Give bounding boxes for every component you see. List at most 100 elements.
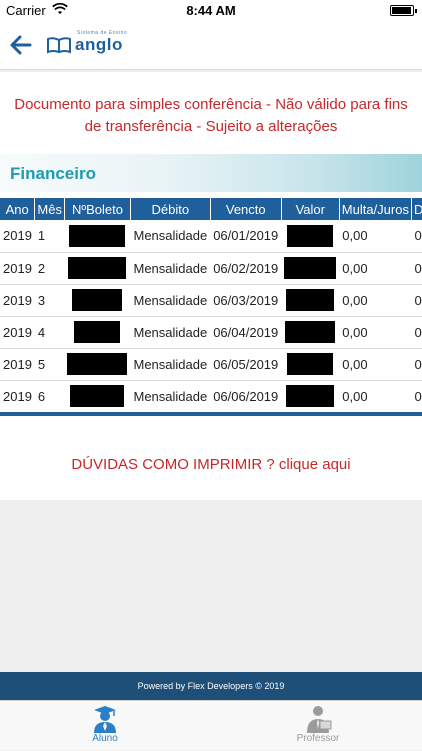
- cell-vencto: 06/03/2019: [210, 284, 282, 317]
- cell-d: 0: [411, 284, 422, 317]
- table-bottom-border: [0, 412, 422, 416]
- redaction-box: [72, 289, 123, 311]
- finance-table-container[interactable]: Ano Mês NºBoleto Débito Vencto Valor Mul…: [0, 198, 422, 414]
- cell-debito: Mensalidade: [130, 284, 211, 317]
- cell-boleto-redacted: [64, 284, 131, 317]
- tab-aluno-label: Aluno: [92, 733, 118, 744]
- section-header: Financeiro: [0, 154, 422, 192]
- cell-boleto-redacted: [64, 348, 131, 381]
- column-header-mes: Mês: [34, 198, 65, 220]
- status-bar: Carrier 8:44 AM: [0, 0, 422, 22]
- cell-valor-redacted: [281, 316, 340, 349]
- table-row[interactable]: 2019 3 Mensalidade 06/03/2019 0,00 0: [0, 284, 422, 317]
- redaction-box: [287, 353, 334, 375]
- cell-ano: 2019: [0, 348, 35, 381]
- cell-vencto: 06/05/2019: [210, 348, 282, 381]
- logo-subtext: Sistema de Ensino: [77, 30, 128, 36]
- table-row[interactable]: 2019 4 Mensalidade 06/04/2019 0,00 0: [0, 316, 422, 349]
- print-help-link[interactable]: DÚVIDAS COMO IMPRIMIR ? clique aqui: [0, 456, 422, 473]
- cell-d: 0: [411, 316, 422, 349]
- cell-multa: 0,00: [339, 252, 412, 285]
- redaction-box: [285, 321, 336, 343]
- cell-mes: 3: [34, 284, 65, 317]
- navigation-bar: Sistema de Ensino anglo: [0, 22, 422, 70]
- cell-valor-redacted: [281, 220, 340, 253]
- cell-boleto-redacted: [64, 220, 131, 253]
- redaction-box: [70, 385, 125, 407]
- cell-mes: 2: [34, 252, 65, 285]
- cell-valor-redacted: [281, 284, 340, 317]
- column-header-d: D: [411, 198, 422, 220]
- cell-multa: 0,00: [339, 380, 412, 413]
- cell-ano: 2019: [0, 284, 35, 317]
- cell-ano: 2019: [0, 380, 35, 413]
- column-header-debito: Débito: [130, 198, 211, 220]
- redaction-box: [286, 385, 335, 407]
- redaction-box: [67, 353, 128, 375]
- cell-vencto: 06/06/2019: [210, 380, 282, 413]
- cell-mes: 5: [34, 348, 65, 381]
- cell-vencto: 06/04/2019: [210, 316, 282, 349]
- cell-debito: Mensalidade: [130, 380, 211, 413]
- cell-mes: 1: [34, 220, 65, 253]
- logo-text: anglo: [75, 35, 123, 54]
- table-row[interactable]: 2019 5 Mensalidade 06/05/2019 0,00 0: [0, 348, 422, 381]
- cell-d: 0: [411, 252, 422, 285]
- powered-by-footer: Powered by Flex Developers © 2019: [0, 672, 422, 700]
- cell-boleto-redacted: [64, 380, 131, 413]
- cell-valor-redacted: [281, 348, 340, 381]
- redaction-box: [74, 321, 121, 343]
- cell-d: 0: [411, 220, 422, 253]
- redaction-box: [284, 257, 337, 279]
- section-title: Financeiro: [10, 164, 96, 183]
- table-header-row: Ano Mês NºBoleto Débito Vencto Valor Mul…: [0, 198, 422, 220]
- table-row[interactable]: 2019 6 Mensalidade 06/06/2019 0,00 0: [0, 380, 422, 413]
- cell-d: 0: [411, 380, 422, 413]
- tab-professor-label: Professor: [296, 733, 340, 744]
- redaction-box: [69, 224, 126, 247]
- clock: 8:44 AM: [186, 3, 236, 18]
- student-icon: [94, 706, 116, 733]
- battery-icon: [390, 5, 417, 16]
- cell-boleto-redacted: [64, 316, 131, 349]
- cell-vencto: 06/01/2019: [210, 220, 282, 253]
- tab-aluno[interactable]: Aluno: [45, 703, 165, 751]
- cell-ano: 2019: [0, 316, 35, 349]
- anglo-logo: Sistema de Ensino anglo: [46, 30, 127, 60]
- cell-boleto-redacted: [64, 252, 131, 285]
- redaction-box: [287, 224, 334, 247]
- main-content: Documento para simples conferência - Não…: [0, 72, 422, 500]
- cell-ano: 2019: [0, 252, 35, 285]
- book-icon: [47, 37, 71, 54]
- logo-brand: Sistema de Ensino anglo: [75, 30, 127, 55]
- cell-d: 0: [411, 348, 422, 381]
- column-header-valor: Valor: [281, 198, 340, 220]
- table-row[interactable]: 2019 1 Mensalidade 06/01/2019 0,00 0: [0, 220, 422, 253]
- column-header-boleto: NºBoleto: [64, 198, 131, 220]
- cell-mes: 6: [34, 380, 65, 413]
- cell-debito: Mensalidade: [130, 316, 211, 349]
- column-header-vencto: Vencto: [210, 198, 282, 220]
- table-row[interactable]: 2019 2 Mensalidade 06/02/2019 0,00 0: [0, 252, 422, 285]
- cell-multa: 0,00: [339, 348, 412, 381]
- teacher-icon: [307, 706, 332, 733]
- cell-valor-redacted: [281, 252, 340, 285]
- column-header-ano: Ano: [0, 198, 36, 220]
- cell-ano: 2019: [0, 220, 35, 253]
- cell-debito: Mensalidade: [130, 252, 211, 285]
- cell-multa: 0,00: [339, 220, 412, 253]
- tab-bar: Aluno Professor: [0, 700, 422, 750]
- redaction-box: [68, 257, 127, 279]
- cell-valor-redacted: [281, 380, 340, 413]
- cell-vencto: 06/02/2019: [210, 252, 282, 285]
- redaction-box: [286, 289, 335, 311]
- notice-text: Documento para simples conferência - Não…: [14, 96, 408, 135]
- tab-professor[interactable]: Professor: [258, 703, 378, 751]
- arrow-left-icon[interactable]: [8, 32, 34, 58]
- cell-multa: 0,00: [339, 316, 412, 349]
- cell-debito: Mensalidade: [130, 348, 211, 381]
- cell-debito: Mensalidade: [130, 220, 211, 253]
- cell-mes: 4: [34, 316, 65, 349]
- column-header-multa: Multa/Juros: [339, 198, 412, 220]
- finance-table: Ano Mês NºBoleto Débito Vencto Valor Mul…: [0, 198, 422, 413]
